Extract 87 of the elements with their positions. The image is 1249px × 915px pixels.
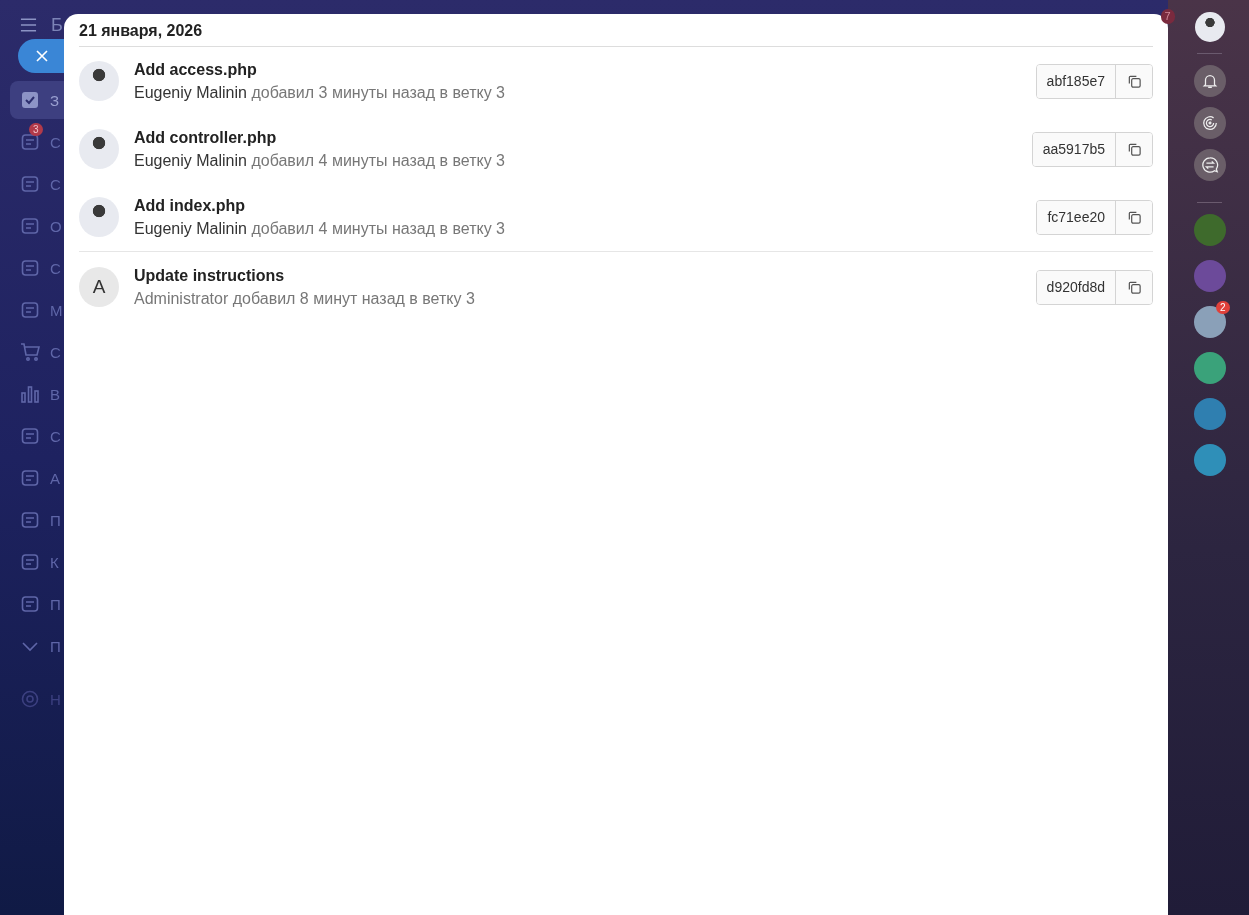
toolbar-button[interactable] xyxy=(1193,107,1226,139)
list-icon xyxy=(20,216,40,236)
commit-sha-button[interactable]: d920fd8d xyxy=(1036,270,1116,304)
commit-title[interactable]: Update instructions xyxy=(134,266,1021,285)
list-icon xyxy=(20,468,40,488)
sidebar-label: С xyxy=(50,175,61,193)
sidebar-item[interactable]: П xyxy=(10,501,64,539)
commit-detail: добавил 4 минуты назад в ветку 3 xyxy=(251,151,505,169)
sidebar-item[interactable]: В xyxy=(10,375,64,413)
list-icon xyxy=(20,132,40,152)
commit-title[interactable]: Add access.php xyxy=(134,60,1021,79)
sidebar-item[interactable]: С xyxy=(10,165,64,203)
list-icon xyxy=(20,258,40,278)
commit-detail: добавил 8 минут назад в ветку 3 xyxy=(232,289,475,307)
close-icon xyxy=(36,50,48,62)
sidebar-item[interactable]: М xyxy=(10,291,64,329)
commit-detail: добавил 3 минуты назад в ветку 3 xyxy=(251,83,505,101)
list-icon xyxy=(20,174,40,194)
sidebar-label: О xyxy=(50,217,62,235)
chat-arrows-icon xyxy=(1200,156,1219,174)
commit-sha-button[interactable]: aa5917b5 xyxy=(1032,132,1116,166)
commit-detail: добавил 4 минуты назад в ветку 3 xyxy=(251,219,505,237)
sidebar-label: К xyxy=(50,553,59,571)
list-icon xyxy=(20,552,40,572)
list-icon xyxy=(20,510,40,530)
date-heading: 21 января, 2026 xyxy=(79,14,1153,47)
sidebar-item[interactable]: П xyxy=(10,627,64,665)
commit-sha-button[interactable]: fc71ee20 xyxy=(1037,200,1116,234)
copy-icon xyxy=(1126,209,1142,225)
sidebar-label: П xyxy=(50,595,61,613)
commit-sha-button[interactable]: abf185e7 xyxy=(1036,64,1116,98)
toolbar-button[interactable] xyxy=(1193,65,1226,97)
sidebar-label: М xyxy=(50,301,63,319)
notification-badge: 2 xyxy=(1215,301,1230,314)
sidebar-item[interactable]: З xyxy=(10,81,64,119)
sidebar-label: С xyxy=(50,133,61,151)
bell-icon xyxy=(1200,72,1219,90)
avatar-photo-placeholder xyxy=(79,197,119,237)
commit-title[interactable]: Add index.php xyxy=(134,196,1022,215)
copy-icon xyxy=(1126,141,1142,157)
sidebar-item[interactable]: П xyxy=(10,585,64,623)
menu-icon[interactable] xyxy=(20,18,37,32)
sidebar-item[interactable]: А xyxy=(10,459,64,497)
copy-button[interactable] xyxy=(1116,132,1152,166)
author-name[interactable]: Eugeniy Malinin xyxy=(134,151,247,169)
sidebar-label: А xyxy=(50,469,60,487)
author-name[interactable]: Eugeniy Malinin xyxy=(134,219,247,237)
copy-icon xyxy=(1126,279,1142,295)
avatar-photo-placeholder xyxy=(79,129,119,169)
sidebar-label: В xyxy=(50,385,60,403)
avatar-initial: A xyxy=(79,267,119,307)
swirl-icon xyxy=(1200,114,1219,132)
sidebar-label: З xyxy=(50,91,60,109)
sidebar-label: С xyxy=(50,259,61,277)
sidebar-item[interactable]: С xyxy=(10,333,64,371)
sidebar-item[interactable]: С xyxy=(10,249,64,287)
sidebar-label: С xyxy=(50,427,61,445)
cart-icon xyxy=(20,342,40,362)
sidebar-item[interactable]: К xyxy=(10,543,64,581)
app-avatar[interactable] xyxy=(1193,444,1226,476)
notification-badge: 3 xyxy=(29,123,43,136)
sidebar-item[interactable]: 3 С xyxy=(10,123,64,161)
sidebar-item[interactable]: С xyxy=(10,417,64,455)
sidebar-item[interactable]: О xyxy=(10,207,64,245)
list-icon xyxy=(20,426,40,446)
sidebar-title: Б xyxy=(51,14,63,36)
copy-button[interactable] xyxy=(1116,270,1152,304)
list-icon xyxy=(20,300,40,320)
app-avatar[interactable] xyxy=(1193,352,1226,384)
copy-button[interactable] xyxy=(1116,64,1152,98)
checkbox-icon xyxy=(20,90,40,110)
sidebar-label: П xyxy=(50,511,61,529)
bar-chart-icon xyxy=(20,384,40,404)
author-name[interactable]: Administrator xyxy=(134,289,229,307)
app-avatar[interactable] xyxy=(1193,398,1226,430)
close-button[interactable] xyxy=(18,39,64,73)
sidebar-label: С xyxy=(50,343,61,361)
sidebar-label: П xyxy=(50,637,61,655)
toolbar-button[interactable] xyxy=(1193,149,1226,181)
commit-title[interactable]: Add controller.php xyxy=(134,128,1017,147)
copy-button[interactable] xyxy=(1116,200,1152,234)
notification-badge: 7 xyxy=(1160,9,1175,24)
user-avatar-placeholder[interactable] xyxy=(1194,12,1225,42)
copy-icon xyxy=(1126,73,1142,89)
list-icon xyxy=(20,594,40,614)
avatar-photo-placeholder xyxy=(79,61,119,101)
author-name[interactable]: Eugeniy Malinin xyxy=(134,83,247,101)
